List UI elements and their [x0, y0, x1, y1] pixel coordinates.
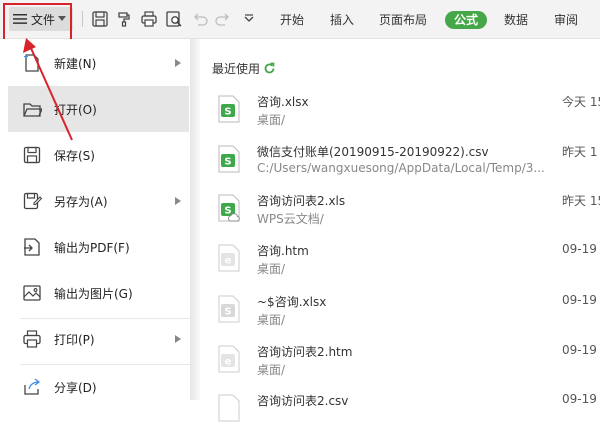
chevron-right-icon — [175, 335, 181, 343]
menu-item-save[interactable]: 保存(S) — [8, 132, 189, 178]
menu-item-label: 打印(P) — [54, 332, 95, 347]
svg-text:e: e — [225, 256, 232, 267]
tab-insert[interactable]: 插入 — [330, 11, 354, 29]
open-folder-icon — [23, 103, 42, 117]
recent-files-title: 最近使用 — [212, 62, 261, 76]
menu-item-label: 打开(O) — [54, 102, 97, 117]
web-file-icon: e — [218, 244, 240, 272]
menu-item-label: 输出为PDF(F) — [54, 240, 130, 255]
undo-icon[interactable] — [191, 10, 209, 28]
redo-icon[interactable] — [214, 10, 232, 28]
save-icon — [23, 146, 41, 164]
menu-item-print[interactable]: 打印(P) — [8, 316, 189, 362]
menu-item-label: 保存(S) — [54, 148, 95, 163]
file-name: 咨询.xlsx — [257, 95, 309, 109]
recent-files-heading: 最近使用 — [212, 60, 276, 77]
format-painter-icon[interactable] — [115, 10, 133, 28]
svg-text:e: e — [225, 357, 232, 368]
share-icon — [24, 378, 41, 395]
svg-text:S: S — [224, 307, 231, 318]
top-toolbar: 文件 开始 插入 页面布局 公式 数据 审阅 — [0, 0, 600, 39]
file-time: 昨天 15 — [562, 194, 600, 208]
svg-text:S: S — [224, 157, 231, 168]
file-path: 桌面/ — [257, 363, 286, 377]
toolbar-divider — [82, 11, 83, 27]
recent-file-item[interactable]: e 咨询.htm 桌面/ 09-19 — [200, 240, 600, 290]
file-name: 咨询访问表2.csv — [257, 394, 349, 408]
menu-item-label: 另存为(A) — [54, 194, 108, 209]
print-icon — [23, 330, 41, 348]
export-image-icon — [23, 285, 41, 301]
file-name: ~$咨询.xlsx — [257, 295, 327, 309]
menu-item-export-image[interactable]: 输出为图片(G) — [8, 270, 189, 316]
menu-item-save-as[interactable]: 另存为(A) — [8, 178, 189, 224]
panel-divider — [190, 39, 200, 400]
menu-item-new[interactable]: 新建(N) — [8, 40, 189, 86]
file-path: 桌面/ — [257, 113, 286, 127]
menu-item-label: 输出为图片(G) — [54, 286, 133, 301]
recent-file-item[interactable]: S 咨询访问表2.xls WPS云文档/ 昨天 15 — [200, 190, 600, 240]
file-time: 09-19 — [562, 343, 597, 357]
menu-item-export-pdf[interactable]: 输出为PDF(F) — [8, 224, 189, 270]
spreadsheet-file-icon — [218, 394, 240, 422]
save-as-icon — [23, 192, 42, 210]
file-name: 咨询访问表2.xls — [257, 194, 346, 208]
web-file-icon: e — [218, 345, 240, 373]
file-path: 桌面/ — [257, 313, 286, 327]
recent-file-item[interactable]: 咨询访问表2.csv 09-19 — [200, 390, 600, 440]
recent-file-item[interactable]: S ~$咨询.xlsx 桌面/ 09-19 — [200, 291, 600, 341]
refresh-icon[interactable] — [263, 62, 276, 75]
file-time: 09-19 — [562, 242, 597, 256]
file-name: 咨询访问表2.htm — [257, 345, 353, 359]
recent-file-item[interactable]: S 咨询.xlsx 桌面/ 今天 15 — [200, 91, 600, 141]
menu-item-open[interactable]: 打开(O) — [8, 86, 189, 132]
highlight-box — [3, 3, 72, 41]
menu-item-share[interactable]: 分享(D) — [8, 364, 189, 410]
cloud-spreadsheet-file-icon: S — [218, 194, 240, 222]
chevron-right-icon — [175, 59, 181, 67]
recent-file-item[interactable]: e 咨询访问表2.htm 桌面/ 09-19 — [200, 341, 600, 391]
file-path: C:/Users/wangxuesong/AppData/Local/Temp/… — [257, 161, 545, 175]
spreadsheet-file-icon: S — [218, 95, 240, 123]
spreadsheet-file-icon: S — [218, 145, 240, 173]
print-preview-icon[interactable] — [165, 10, 183, 28]
chevron-right-icon — [175, 197, 181, 205]
menu-item-label: 分享(D) — [54, 380, 97, 395]
save-icon[interactable] — [91, 10, 109, 28]
more-icon[interactable] — [240, 10, 258, 28]
spreadsheet-file-icon: S — [218, 295, 240, 323]
file-path: 桌面/ — [257, 262, 286, 276]
file-name: 咨询.htm — [257, 244, 309, 258]
file-name: 微信支付账单(20190915-20190922).csv — [257, 145, 489, 159]
tab-data[interactable]: 数据 — [504, 11, 528, 29]
tab-page-layout[interactable]: 页面布局 — [379, 11, 427, 29]
file-time: 09-19 — [562, 293, 597, 307]
menu-item-label: 新建(N) — [54, 56, 97, 71]
file-time: 今天 15 — [562, 95, 600, 109]
recent-file-item[interactable]: S 微信支付账单(20190915-20190922).csv C:/Users… — [200, 141, 600, 191]
print-icon[interactable] — [140, 10, 158, 28]
svg-text:S: S — [224, 206, 231, 217]
export-pdf-icon — [24, 238, 40, 256]
tab-formulas[interactable]: 公式 — [445, 11, 488, 29]
file-time: 昨天 1 — [562, 145, 598, 159]
file-time: 09-19 — [562, 392, 597, 406]
tab-review[interactable]: 审阅 — [554, 11, 578, 29]
file-path: WPS云文档/ — [257, 212, 324, 226]
new-document-icon — [24, 54, 39, 72]
svg-text:S: S — [224, 107, 231, 118]
tab-home[interactable]: 开始 — [280, 11, 304, 29]
